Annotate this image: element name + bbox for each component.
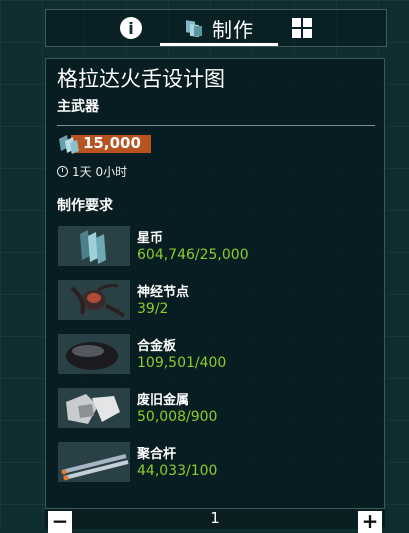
requirement-amount: 604,746/25,000	[137, 247, 249, 263]
cost-amount: 15,000	[83, 134, 141, 152]
requirement-name: 神经节点	[137, 285, 190, 300]
requirement-item[interactable]: 废旧金属 50,008/900	[58, 388, 378, 434]
blueprint-title: 格拉达火舌设计图	[57, 67, 225, 91]
requirement-item[interactable]: 聚合杆 44,033/100	[58, 442, 378, 488]
quantity-stepper: − 1 +	[45, 508, 385, 533]
crafting-icon	[186, 20, 202, 38]
requirement-name: 聚合杆	[137, 447, 177, 462]
requirement-amount: 44,033/100	[137, 463, 218, 479]
tab-craft-label: 制作	[212, 17, 254, 42]
requirement-name: 星币	[137, 231, 164, 246]
quantity-value: 1	[210, 509, 220, 527]
requirement-name: 废旧金属	[137, 393, 190, 408]
requirement-item[interactable]: 合金板 109,501/400	[58, 334, 378, 380]
divider	[57, 125, 375, 126]
tab-craft[interactable]: 制作	[160, 10, 278, 46]
polymer-rod-icon	[58, 442, 130, 482]
craft-time-label: 1天 0小时	[72, 165, 128, 179]
increase-quantity-button[interactable]: +	[358, 511, 382, 533]
requirement-amount: 109,501/400	[137, 355, 227, 371]
requirement-item[interactable]: 星币 604,746/25,000	[58, 226, 378, 272]
craft-time: 1天 0小时	[57, 163, 127, 180]
requirements-heading: 制作要求	[57, 198, 113, 214]
tab-bar: i 制作	[45, 9, 387, 47]
tab-info[interactable]: i	[112, 10, 150, 46]
decrease-quantity-button[interactable]: −	[48, 511, 72, 533]
requirement-amount: 39/2	[137, 301, 169, 317]
requirement-amount: 50,008/900	[137, 409, 218, 425]
clock-icon	[57, 166, 68, 177]
grid-icon	[292, 18, 312, 38]
blueprint-category: 主武器	[57, 99, 99, 115]
blueprint-panel: 格拉达火舌设计图 主武器 15,000 1天 0小时 制作要求 星币 604,7…	[45, 58, 385, 510]
requirement-item[interactable]: 神经节点 39/2	[58, 280, 378, 326]
alloy-plate-icon	[58, 334, 130, 374]
star-coin-icon	[58, 226, 130, 266]
cost-badge: 15,000	[57, 133, 151, 155]
star-coin-icon	[59, 135, 79, 154]
info-icon: i	[120, 17, 142, 39]
salvage-metal-icon	[58, 388, 130, 428]
requirement-name: 合金板	[137, 339, 177, 354]
neural-node-icon	[58, 280, 130, 320]
active-tab-underline	[160, 43, 278, 46]
tab-grid[interactable]	[284, 10, 320, 46]
